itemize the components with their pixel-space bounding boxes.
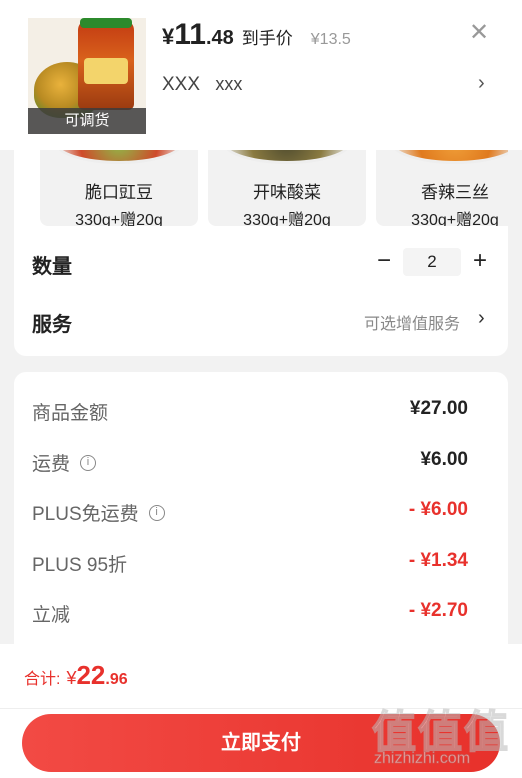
price-decimal: .48 [205,27,234,49]
summary-row: PLUS免运费 i - ¥6.00 [14,497,508,527]
quantity-label: 数量 [32,256,72,278]
variant-item[interactable]: 香辣三丝 330g+赠20g [376,150,508,226]
price-summary-card: 商品金额 ¥27.00 运费 i ¥6.00 PLUS免运费 i - ¥6.00 P… [14,372,508,662]
variant-name: 香辣三丝 [421,183,489,202]
original-price: ¥13.5 [310,31,351,48]
service-label: 服务 [32,314,72,336]
close-icon[interactable]: ✕ [466,20,492,46]
watermark: 值值值 zhizhizhi.com [371,696,512,776]
summary-row: 商品金额 ¥27.00 [14,396,508,426]
variant-weight: 330g+赠20g [75,212,163,226]
summary-label: 运费 i [32,449,97,476]
jar-label [84,58,128,84]
summary-row: 立减 - ¥2.70 [14,598,508,628]
summary-value: ¥6.00 [420,449,468,470]
spec-a: XXX [162,74,201,95]
chevron-right-icon: › [478,307,485,329]
minus-icon[interactable]: − [374,248,394,274]
price-integer: 11 [174,18,206,51]
product-header: 可调货 ¥ 11 .48 到手价 ¥13.5 ✕ XXX xxx › [0,0,522,150]
summary-value: ¥27.00 [409,398,468,419]
summary-value: - ¥1.34 [408,550,468,571]
jar-lid [80,18,132,28]
total-decimal: .96 [105,671,128,688]
info-icon[interactable]: i [148,504,165,521]
selected-spec[interactable]: XXX xxx [162,74,242,96]
service-row[interactable]: 服务 可选增值服务 › [14,300,508,340]
summary-value: - ¥6.00 [408,499,468,520]
info-icon[interactable]: i [80,454,97,471]
order-total: 合计: ¥ 22 .96 [24,660,128,691]
variant-item[interactable]: 脆口豇豆 330g+赠20g [40,150,198,226]
stock-caption: 可调货 [28,108,146,134]
quantity-input[interactable]: 2 [403,248,461,276]
summary-value: - ¥2.70 [408,600,468,621]
service-value: 可选增值服务 [364,316,461,333]
variant-name: 脆口豇豆 [85,183,153,202]
variant-image [390,150,508,164]
watermark-text: zhizhizhi.com [374,750,471,768]
final-price-label: 到手价 [241,29,293,48]
variant-image [222,150,352,164]
summary-label: PLUS免运费 i [32,499,165,526]
variant-weight: 330g+赠20g [411,212,499,226]
price-symbol: ¥ [162,24,175,49]
plus-icon[interactable]: + [470,248,490,274]
summary-label: 立减 [32,605,71,626]
variant-list[interactable]: 脆口豇豆 330g+赠20g 开味酸菜 330g+赠20g 香辣三丝 330g+… [14,150,508,230]
quantity-row: 数量 − 2 + [14,244,508,284]
summary-label: PLUS 95折 [32,555,128,576]
options-card: 脆口豇豆 330g+赠20g 开味酸菜 330g+赠20g 香辣三丝 330g+… [14,150,508,356]
product-thumbnail[interactable]: 可调货 [28,18,146,134]
variant-weight: 330g+赠20g [243,212,331,226]
variant-image [54,150,184,164]
price-row: ¥ 11 .48 到手价 ¥13.5 [162,18,351,54]
total-symbol: ¥ [66,668,77,688]
variant-item[interactable]: 开味酸菜 330g+赠20g [208,150,366,226]
summary-row: PLUS 95折 - ¥1.34 [14,548,508,578]
total-integer: 22 [76,660,106,690]
spec-b: xxx [215,74,243,94]
total-label: 合计: [24,671,61,688]
variant-name: 开味酸菜 [253,183,321,202]
chevron-right-icon[interactable]: › [478,72,485,95]
summary-row: 运费 i ¥6.00 [14,447,508,477]
summary-label: 商品金额 [32,403,109,424]
